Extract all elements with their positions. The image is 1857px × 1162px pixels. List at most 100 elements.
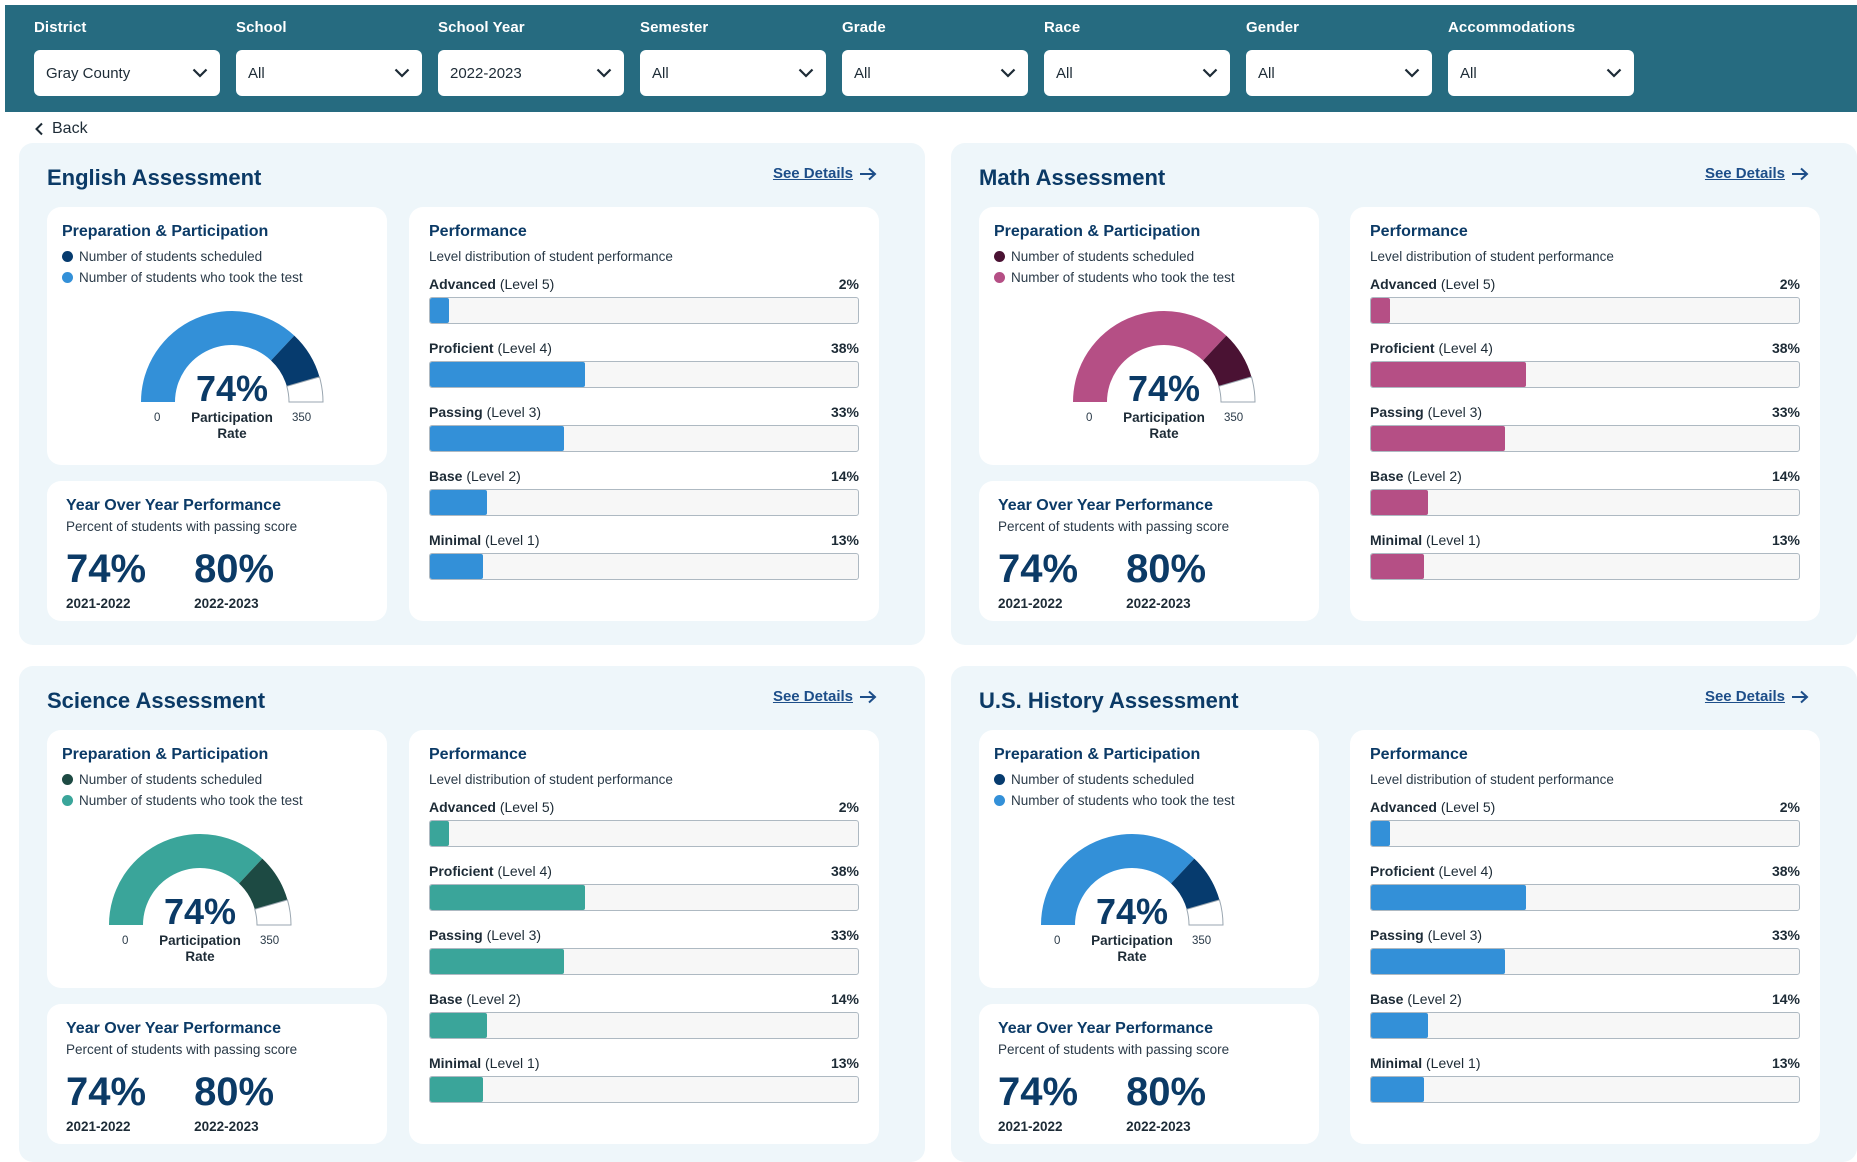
assessment-panel: U.S. History Assessment See Details Prep… xyxy=(951,666,1857,1162)
level-label: Minimal (Level 1) xyxy=(1370,532,1480,548)
level-row: Base (Level 2) 14% xyxy=(429,468,859,516)
level-percent: 14% xyxy=(1771,468,1800,484)
arrow-right-icon xyxy=(1792,690,1809,703)
select-value: All xyxy=(1056,64,1073,82)
level-number: (Level 3) xyxy=(486,927,542,943)
filter-school-year: School Year 2022-2023 xyxy=(438,18,624,96)
level-bar-track xyxy=(429,820,859,847)
level-bar-fill xyxy=(1371,821,1391,846)
gender-select[interactable]: All xyxy=(1246,50,1432,96)
level-percent: 38% xyxy=(1771,863,1800,879)
level-bar-track xyxy=(429,425,859,452)
level-header: Passing (Level 3) 33% xyxy=(429,404,859,420)
level-row: Minimal (Level 1) 13% xyxy=(1370,1055,1800,1103)
level-label: Advanced (Level 5) xyxy=(429,276,554,292)
level-row: Base (Level 2) 14% xyxy=(1370,468,1800,516)
see-details-link[interactable]: See Details xyxy=(773,688,877,705)
filter-district: District Gray County xyxy=(34,18,220,96)
level-number: (Level 5) xyxy=(499,276,555,292)
accommodations-select[interactable]: All xyxy=(1448,50,1634,96)
see-details-link[interactable]: See Details xyxy=(1705,165,1809,182)
yoy-card: Year Over Year Performance Percent of st… xyxy=(979,481,1319,621)
race-select[interactable]: All xyxy=(1044,50,1230,96)
back-link[interactable]: Back xyxy=(34,120,88,138)
yoy-subtitle: Percent of students with passing score xyxy=(998,1042,1230,1057)
level-header: Advanced (Level 5) 2% xyxy=(429,276,859,292)
level-label: Passing (Level 3) xyxy=(1370,404,1482,420)
gauge-min-label: 0 xyxy=(122,935,129,947)
level-header: Base (Level 2) 14% xyxy=(429,468,859,484)
school-select[interactable]: All xyxy=(236,50,422,96)
level-name: Base xyxy=(429,468,463,484)
select-value: All xyxy=(854,64,871,82)
level-bar-track xyxy=(1370,884,1800,911)
yoy-value: 80% xyxy=(194,547,275,591)
see-details-link[interactable]: See Details xyxy=(773,165,877,182)
assessment-panel: Science Assessment See Details Preparati… xyxy=(19,666,925,1162)
level-bar-fill xyxy=(1371,298,1391,323)
see-details-label: See Details xyxy=(1704,165,1785,182)
filter-label: Gender xyxy=(1246,19,1300,36)
level-header: Advanced (Level 5) 2% xyxy=(1370,276,1800,292)
level-label: Passing (Level 3) xyxy=(1370,927,1482,943)
district-select[interactable]: Gray County xyxy=(34,50,220,96)
yoy-subtitle: Percent of students with passing score xyxy=(66,519,298,534)
level-row: Advanced (Level 5) 2% xyxy=(429,799,859,847)
level-bar-fill xyxy=(1371,1077,1424,1102)
level-bar-fill xyxy=(430,1013,487,1038)
level-number: (Level 4) xyxy=(497,863,552,879)
semester-select[interactable]: All xyxy=(640,50,826,96)
select-value: All xyxy=(652,64,669,82)
level-number: (Level 1) xyxy=(485,532,540,548)
see-details-label: See Details xyxy=(1704,688,1785,705)
yoy-entry: 74% 2021-2022 xyxy=(66,548,146,611)
yoy-values: 74% 2021-2022 80% 2022-2023 xyxy=(998,1071,1300,1134)
performance-subtitle: Level distribution of student performanc… xyxy=(1370,249,1614,264)
level-label: Advanced (Level 5) xyxy=(1370,276,1495,292)
level-row: Proficient (Level 4) 38% xyxy=(429,863,859,911)
chevron-down-icon xyxy=(1606,68,1622,78)
level-bar-fill xyxy=(1371,1013,1428,1038)
level-name: Base xyxy=(1370,991,1404,1007)
yoy-values: 74% 2021-2022 80% 2022-2023 xyxy=(66,548,368,611)
level-number: (Level 4) xyxy=(1438,863,1493,879)
level-row: Passing (Level 3) 33% xyxy=(1370,404,1800,452)
see-details-link[interactable]: See Details xyxy=(1705,688,1809,705)
level-row: Passing (Level 3) 33% xyxy=(429,404,859,452)
level-bar-fill xyxy=(1371,554,1424,579)
participation-caption: Participation Rate xyxy=(172,410,292,442)
grade-select[interactable]: All xyxy=(842,50,1028,96)
level-header: Minimal (Level 1) 13% xyxy=(1370,532,1800,548)
performance-card: Performance Level distribution of studen… xyxy=(409,207,879,621)
gauge-min-label: 0 xyxy=(1054,935,1061,947)
level-header: Passing (Level 3) 33% xyxy=(1370,404,1800,420)
level-label: Base (Level 2) xyxy=(1370,468,1462,484)
level-number: (Level 3) xyxy=(1427,927,1483,943)
school-year-select[interactable]: 2022-2023 xyxy=(438,50,624,96)
level-bar-track xyxy=(1370,1012,1800,1039)
level-row: Advanced (Level 5) 2% xyxy=(1370,276,1800,324)
level-label: Minimal (Level 1) xyxy=(429,532,539,548)
level-name: Proficient xyxy=(1370,340,1435,356)
level-bar-track xyxy=(1370,1076,1800,1103)
yoy-entry: 80% 2022-2023 xyxy=(1126,548,1206,611)
level-percent: 33% xyxy=(830,927,859,943)
level-bar-track xyxy=(1370,297,1800,324)
level-number: (Level 1) xyxy=(485,1055,540,1071)
performance-card: Performance Level distribution of studen… xyxy=(1350,207,1820,621)
assessment-panel: English Assessment See Details Preparati… xyxy=(19,143,925,645)
level-percent: 33% xyxy=(1771,404,1800,420)
level-number: (Level 5) xyxy=(1440,276,1496,292)
filter-bar: District Gray County School All School Y… xyxy=(5,5,1857,112)
level-bar-fill xyxy=(1371,362,1526,387)
level-percent: 2% xyxy=(1779,276,1800,292)
level-name: Minimal xyxy=(1370,532,1423,548)
filter-label: School xyxy=(236,19,287,36)
performance-title: Performance xyxy=(1370,223,1468,240)
yoy-year: 2022-2023 xyxy=(1126,596,1191,611)
filter-label: Grade xyxy=(842,19,886,36)
participation-caption: Participation Rate xyxy=(140,933,260,965)
yoy-title: Year Over Year Performance xyxy=(998,1020,1213,1037)
level-percent: 14% xyxy=(830,991,859,1007)
chevron-down-icon xyxy=(394,68,410,78)
